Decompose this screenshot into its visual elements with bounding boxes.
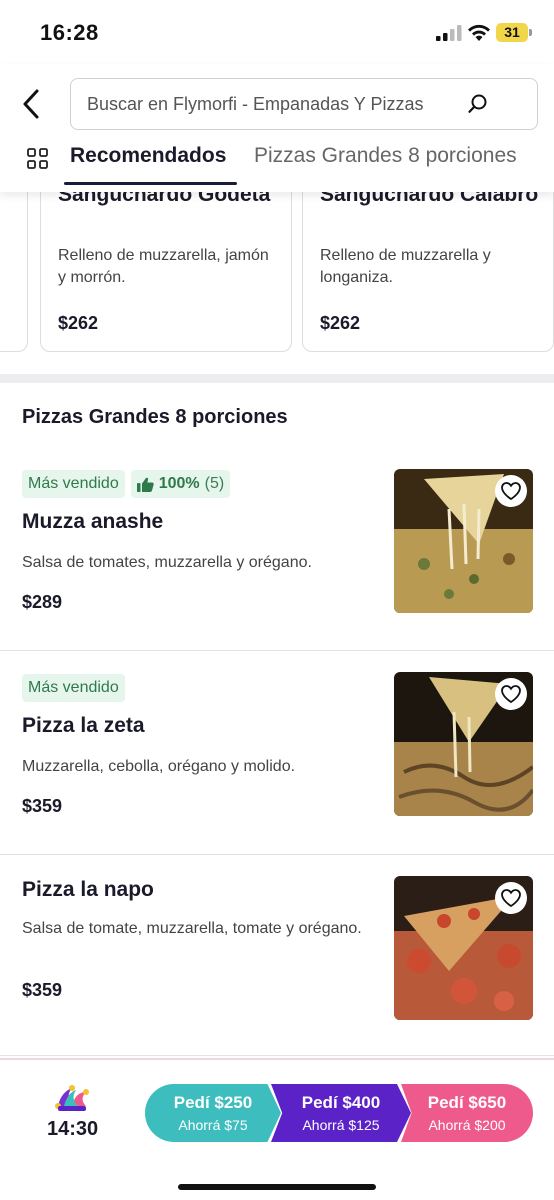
card-title: Sanguchardo Godeta (58, 192, 271, 206)
product-price: $289 (22, 592, 63, 612)
product-name: Pizza la napo (22, 878, 154, 901)
search-icon[interactable] (467, 93, 489, 115)
heart-icon (501, 482, 521, 500)
rating-percent: 100% (158, 475, 200, 492)
best-seller-badge: Más vendido (22, 470, 125, 498)
recommended-card[interactable]: Sanguchardo Calabro Relleno de muzzarell… (302, 192, 554, 352)
product-price: $359 (22, 980, 63, 1000)
rating-count: (5) (204, 475, 225, 492)
badges: Más vendido 100% (5) (22, 470, 231, 498)
product-row-muzza-anashe[interactable]: Más vendido 100% (5) Muzza anashe Salsa … (0, 469, 554, 651)
badges: Más vendido (22, 674, 125, 702)
promo-saving: Ahorrá $75 (178, 1117, 248, 1133)
product-description: Salsa de tomate, muzzarella, tomate y or… (22, 920, 362, 937)
product-name: Muzza anashe (22, 510, 164, 533)
store-header: Buscar en Flymorfi - Empanadas Y Pizzas … (0, 64, 554, 192)
thumbs-up-icon (136, 477, 154, 492)
section-title: Pizzas Grandes 8 porciones (22, 406, 288, 428)
card-price: $262 (320, 313, 361, 333)
tab-recomendados[interactable]: Recomendados (70, 144, 226, 168)
battery-icon: 31 (496, 23, 528, 42)
favorite-button[interactable] (495, 475, 527, 507)
best-seller-badge: Más vendido (22, 674, 125, 702)
promo-label: Pedí $250 (173, 1093, 253, 1112)
countdown-time: 14:30 (47, 1118, 99, 1140)
product-row-pizza-la-zeta[interactable]: Más vendido Pizza la zeta Muzzarella, ce… (0, 672, 554, 855)
product-name: Pizza la zeta (22, 714, 145, 737)
tab-pizzas-grandes[interactable]: Pizzas Grandes 8 porciones (254, 144, 517, 168)
search-placeholder: Buscar en Flymorfi - Empanadas Y Pizzas (87, 94, 424, 114)
card-description: Relleno de muzzarella y longaniza. (320, 247, 491, 286)
promo-label: Pedí $400 (301, 1093, 381, 1112)
home-indicator[interactable] (178, 1184, 376, 1190)
product-image[interactable] (394, 672, 533, 816)
rating-badge: 100% (5) (130, 470, 231, 498)
card-title: Sanguchardo Calabro (320, 192, 539, 206)
status-time: 16:28 (40, 20, 99, 45)
status-bar: 16:28 31 (0, 0, 554, 64)
jester-hat-icon (55, 1085, 89, 1111)
promo-saving: Ahorrá $200 (428, 1117, 506, 1133)
signal-icon (436, 25, 462, 41)
active-tab-indicator (64, 182, 237, 185)
promo-label: Pedí $650 (427, 1093, 507, 1112)
product-price: $359 (22, 796, 63, 816)
recommended-carousel[interactable]: Sanguchardo Godeta Relleno de muzzarella… (0, 192, 554, 362)
card-price: $262 (58, 313, 99, 333)
promo-bar: 14:30 Pedí $250 Ahorrá $75 Pedí $400 Aho… (0, 1058, 554, 1200)
grid-icon[interactable] (27, 148, 48, 169)
product-description: Salsa de tomates, muzzarella y orégano. (22, 554, 312, 571)
search-input[interactable]: Buscar en Flymorfi - Empanadas Y Pizzas (70, 78, 538, 130)
promo-button-650[interactable]: Pedí $650 Ahorrá $200 (401, 1084, 533, 1142)
card-description: Relleno de muzzarella, jamón y morrón. (58, 247, 269, 286)
battery-tip (529, 29, 532, 36)
product-row-pizza-la-napo[interactable]: Pizza la napo Salsa de tomate, muzzarell… (0, 876, 554, 1056)
favorite-button[interactable] (495, 678, 527, 710)
section-divider (0, 374, 554, 383)
product-image[interactable] (394, 469, 533, 613)
product-description: Muzzarella, cebolla, orégano y molido. (22, 758, 296, 775)
heart-icon (501, 685, 521, 703)
heart-icon (501, 889, 521, 907)
wifi-icon (468, 24, 490, 41)
favorite-button[interactable] (495, 882, 527, 914)
recommended-card[interactable]: Sanguchardo Godeta Relleno de muzzarella… (40, 192, 292, 352)
promo-saving: Ahorrá $125 (302, 1117, 380, 1133)
promo-button-250[interactable]: Pedí $250 Ahorrá $75 (145, 1084, 281, 1142)
product-image[interactable] (394, 876, 533, 1020)
previous-card-edge[interactable] (0, 192, 28, 352)
back-arrow-icon[interactable] (16, 86, 48, 122)
promo-button-400[interactable]: Pedí $400 Ahorrá $125 (271, 1084, 411, 1142)
